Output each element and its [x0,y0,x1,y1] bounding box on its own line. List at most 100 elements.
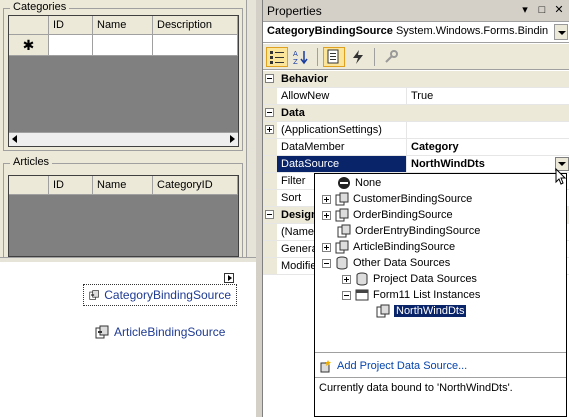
collapse-icon[interactable] [265,210,274,219]
expand-icon[interactable] [342,274,351,284]
property-value[interactable]: True [407,88,569,104]
articles-grid-header: ID Name CategoryID [9,176,238,195]
categorized-button[interactable] [266,46,288,67]
category-label: Behavior [277,71,569,87]
expand-icon[interactable] [322,242,331,252]
tree-item-article-binding-source[interactable]: ArticleBindingSource [322,239,455,255]
tree-item-form-list-instances[interactable]: Form11 List Instances [342,287,480,303]
grid-cell[interactable] [49,35,93,56]
categories-hscrollbar[interactable] [9,132,238,146]
tree-item-order-binding-source[interactable]: OrderBindingSource [322,207,453,223]
divider [315,352,566,353]
column-header-id[interactable]: ID [49,16,93,35]
property-value-cell[interactable]: NorthWindDts [407,156,569,172]
new-row[interactable]: ✱ [9,35,238,56]
maximize-icon[interactable]: □ [535,3,549,17]
window-position-icon[interactable]: ▾ [518,3,532,17]
datasource-tree: None CustomerBindingSource OrderBindingS… [315,174,566,352]
binding-source-icon [337,224,351,238]
categories-groupbox: Categories ID Name Description ✱ [3,1,243,151]
property-row-applicationsettings[interactable]: (ApplicationSettings) [263,122,569,139]
row-gutter [263,224,277,240]
designer-vscrollbar[interactable] [246,0,256,262]
binding-source-icon [335,240,349,254]
chevron-down-icon[interactable] [554,24,568,40]
row-gutter [263,190,277,206]
alphabetical-icon: A Z [293,50,308,65]
property-value[interactable] [407,122,569,138]
row-gutter [263,241,277,257]
tree-item-project-data-sources[interactable]: Project Data Sources [342,271,477,287]
tree-item-order-entry-binding-source[interactable]: OrderEntryBindingSource [337,223,480,239]
property-row-allownew[interactable]: AllowNew True [263,88,569,105]
tree-item-label: OrderBindingSource [353,209,453,221]
collapse-icon[interactable] [342,290,351,300]
expand-icon[interactable] [265,125,274,134]
grid-cell[interactable] [153,35,238,56]
form-designer: Categories ID Name Description ✱ Article… [0,0,256,417]
object-selector[interactable]: CategoryBindingSource System.Windows.For… [263,22,569,43]
property-row-datamember[interactable]: DataMember Category [263,139,569,156]
scroll-right-icon[interactable] [230,135,235,143]
binding-source-icon [95,325,109,339]
articles-datagrid[interactable]: ID Name CategoryID [8,175,239,257]
article-binding-source-component[interactable]: ArticleBindingSource [90,322,230,342]
collapse-icon[interactable] [322,258,331,268]
expand-icon[interactable] [322,194,331,204]
tree-item-label: Form11 List Instances [373,289,481,301]
binding-status-text: Currently data bound to 'NorthWindDts'. [319,382,513,394]
tree-item-northwinddts[interactable]: NorthWindDts [376,303,467,319]
smart-tag-icon[interactable] [224,273,234,283]
tree-item-label: Project Data Sources [373,273,477,285]
row-gutter [263,139,277,155]
category-binding-source-component[interactable]: CategoryBindingSource [83,284,237,306]
property-row-datasource[interactable]: DataSource NorthWindDts [263,156,569,173]
category-data[interactable]: Data [263,105,569,122]
tree-item-label: OrderEntryBindingSource [355,225,481,237]
tree-item-label: CustomerBindingSource [353,193,473,205]
categories-grid-header: ID Name Description [9,16,238,35]
property-pages-button[interactable] [380,47,402,67]
design-surface[interactable]: Categories ID Name Description ✱ Article… [0,0,246,257]
collapse-icon[interactable] [265,74,274,83]
add-link-label: Add Project Data Source... [337,360,468,372]
add-datasource-icon [320,360,331,373]
column-header-id[interactable]: ID [49,176,93,195]
dataset-icon [376,304,390,318]
tree-item-none[interactable]: None [337,175,381,191]
categories-datagrid[interactable]: ID Name Description ✱ [8,15,239,147]
tree-item-other-data-sources[interactable]: Other Data Sources [322,255,450,271]
row-gutter [263,207,277,223]
column-header-categoryid[interactable]: CategoryID [153,176,238,195]
scroll-left-icon[interactable] [12,135,17,143]
property-name: DataSource [277,156,407,172]
property-value[interactable]: Category [407,139,569,155]
grid-cell[interactable] [93,35,153,56]
column-header-name[interactable]: Name [93,176,153,195]
datasource-dropdown: None CustomerBindingSource OrderBindingS… [314,173,567,417]
collapse-icon[interactable] [265,108,274,117]
binding-source-icon [89,290,99,300]
alphabetical-button[interactable]: A Z [290,47,312,67]
row-gutter [263,258,277,274]
category-behavior[interactable]: Behavior [263,71,569,88]
svg-text:A: A [293,50,298,58]
expand-icon[interactable] [322,210,331,220]
category-label: Data [277,105,569,121]
properties-toolbar: A Z [263,44,569,70]
add-project-data-source-link[interactable]: Add Project Data Source... [319,359,467,373]
tree-item-customer-binding-source[interactable]: CustomerBindingSource [322,191,472,207]
property-value: NorthWindDts [411,158,485,170]
column-header-name[interactable]: Name [93,16,153,35]
close-icon[interactable]: ✕ [552,3,566,17]
object-name: CategoryBindingSource [267,25,393,37]
form-icon [355,289,369,301]
column-header-description[interactable]: Description [153,16,238,35]
events-button[interactable] [347,47,369,67]
tree-item-label: ArticleBindingSource [353,241,456,253]
properties-icon [327,49,339,63]
properties-button[interactable] [323,46,345,67]
binding-source-icon [335,208,349,222]
property-name: DataMember [277,139,407,155]
articles-groupbox: Articles ID Name CategoryID [3,156,243,257]
